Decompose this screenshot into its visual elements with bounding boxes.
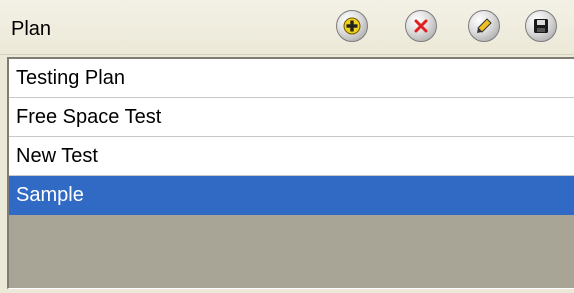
edit-button[interactable]: [468, 10, 500, 42]
add-button[interactable]: [336, 10, 368, 42]
plan-panel: Plan Testing Plan Free Space Test New Te…: [0, 0, 574, 293]
list-item-selected[interactable]: Sample: [9, 176, 574, 215]
plan-header: Plan: [0, 0, 574, 55]
x-icon: [411, 16, 431, 36]
list-item[interactable]: Testing Plan: [9, 59, 574, 98]
floppy-disk-icon: [532, 17, 550, 35]
save-button[interactable]: [525, 10, 557, 42]
list-item[interactable]: New Test: [9, 137, 574, 176]
plus-icon: [342, 16, 362, 36]
list-item[interactable]: Free Space Test: [9, 98, 574, 137]
plan-list[interactable]: Testing Plan Free Space Test New Test Sa…: [7, 57, 574, 289]
pencil-icon: [474, 16, 494, 36]
delete-button[interactable]: [405, 10, 437, 42]
panel-title: Plan: [11, 18, 52, 40]
